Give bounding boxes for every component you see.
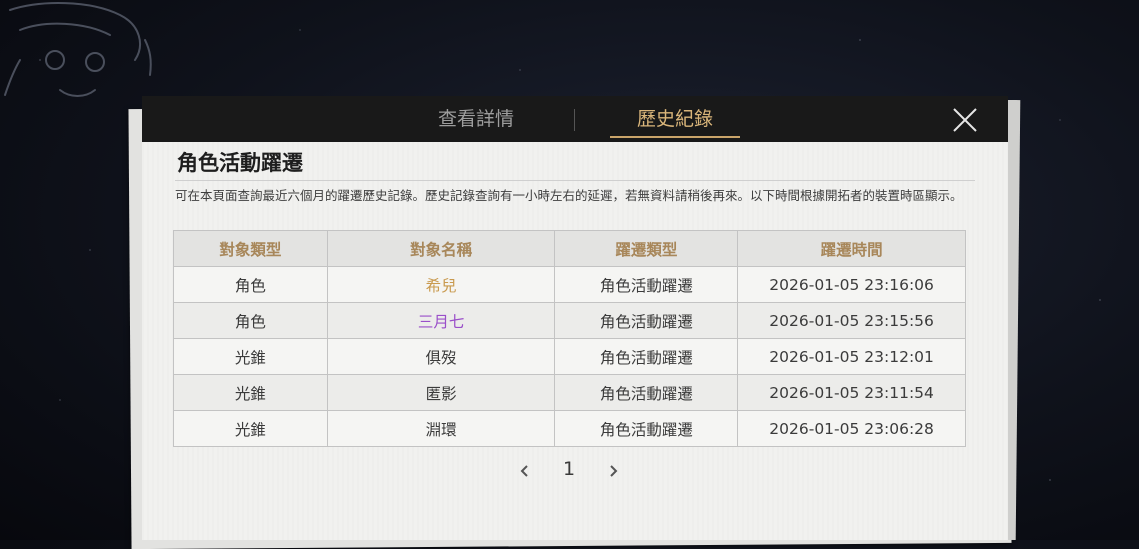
table-row: 光錐 俱歿 角色活動躍遷 2026-01-05 23:12:01 xyxy=(173,338,966,375)
cell-warp-time: 2026-01-05 23:15:56 xyxy=(737,302,966,339)
cell-item-type: 角色 xyxy=(173,266,328,303)
tab-divider xyxy=(574,109,575,131)
warp-history-table: 對象類型 對象名稱 躍遷類型 躍遷時間 角色 希兒 角色活動躍遷 2026-01… xyxy=(173,230,966,447)
cell-warp-type: 角色活動躍遷 xyxy=(554,302,739,339)
table-header-row: 對象類型 對象名稱 躍遷類型 躍遷時間 xyxy=(173,230,966,267)
header-item-name: 對象名稱 xyxy=(326,230,556,267)
header-warp-type: 躍遷類型 xyxy=(554,230,739,267)
notice-text: 可在本頁面查詢最近六個月的躍遷歷史記錄。歷史記錄查詢有一小時左右的延遲，若無資料… xyxy=(175,188,963,203)
table-row: 光錐 淵環 角色活動躍遷 2026-01-05 23:06:28 xyxy=(173,410,966,447)
cell-item-name: 希兒 xyxy=(326,266,556,303)
page-title: 角色活動躍遷 xyxy=(177,151,303,175)
header-item-type: 對象類型 xyxy=(173,230,328,267)
cell-item-name: 匿影 xyxy=(326,374,556,411)
chevron-left-icon[interactable] xyxy=(518,464,532,478)
active-tab-indicator xyxy=(610,136,740,138)
panel-header: 查看詳情 歷史紀錄 xyxy=(142,96,1008,142)
cell-warp-type: 角色活動躍遷 xyxy=(554,266,739,303)
table-row: 光錐 匿影 角色活動躍遷 2026-01-05 23:11:54 xyxy=(173,374,966,411)
header-warp-time: 躍遷時間 xyxy=(737,230,966,267)
table-row: 角色 三月七 角色活動躍遷 2026-01-05 23:15:56 xyxy=(173,302,966,339)
cell-item-type: 角色 xyxy=(173,302,328,339)
pagination: 1 xyxy=(512,456,632,486)
cell-warp-time: 2026-01-05 23:06:28 xyxy=(737,410,966,447)
warp-history-panel: 查看詳情 歷史紀錄 角色活動躍遷 可在本頁面查詢最近六個月的躍遷歷史記錄。歷史記… xyxy=(142,96,1008,540)
tab-view-details[interactable]: 查看詳情 xyxy=(386,96,566,142)
cell-warp-time: 2026-01-05 23:12:01 xyxy=(737,338,966,375)
cell-item-name: 俱歿 xyxy=(326,338,556,375)
cell-warp-type: 角色活動躍遷 xyxy=(554,338,739,375)
cell-warp-time: 2026-01-05 23:11:54 xyxy=(737,374,966,411)
cell-warp-time: 2026-01-05 23:16:06 xyxy=(737,266,966,303)
title-divider xyxy=(175,180,975,181)
cell-warp-type: 角色活動躍遷 xyxy=(554,410,739,447)
close-icon[interactable] xyxy=(950,105,980,135)
cell-item-type: 光錐 xyxy=(173,410,328,447)
cell-item-name: 三月七 xyxy=(326,302,556,339)
cell-item-type: 光錐 xyxy=(173,374,328,411)
cell-item-type: 光錐 xyxy=(173,338,328,375)
current-page-number: 1 xyxy=(562,458,576,480)
chevron-right-icon[interactable] xyxy=(606,464,620,478)
table-row: 角色 希兒 角色活動躍遷 2026-01-05 23:16:06 xyxy=(173,266,966,303)
cell-warp-type: 角色活動躍遷 xyxy=(554,374,739,411)
cell-item-name: 淵環 xyxy=(326,410,556,447)
